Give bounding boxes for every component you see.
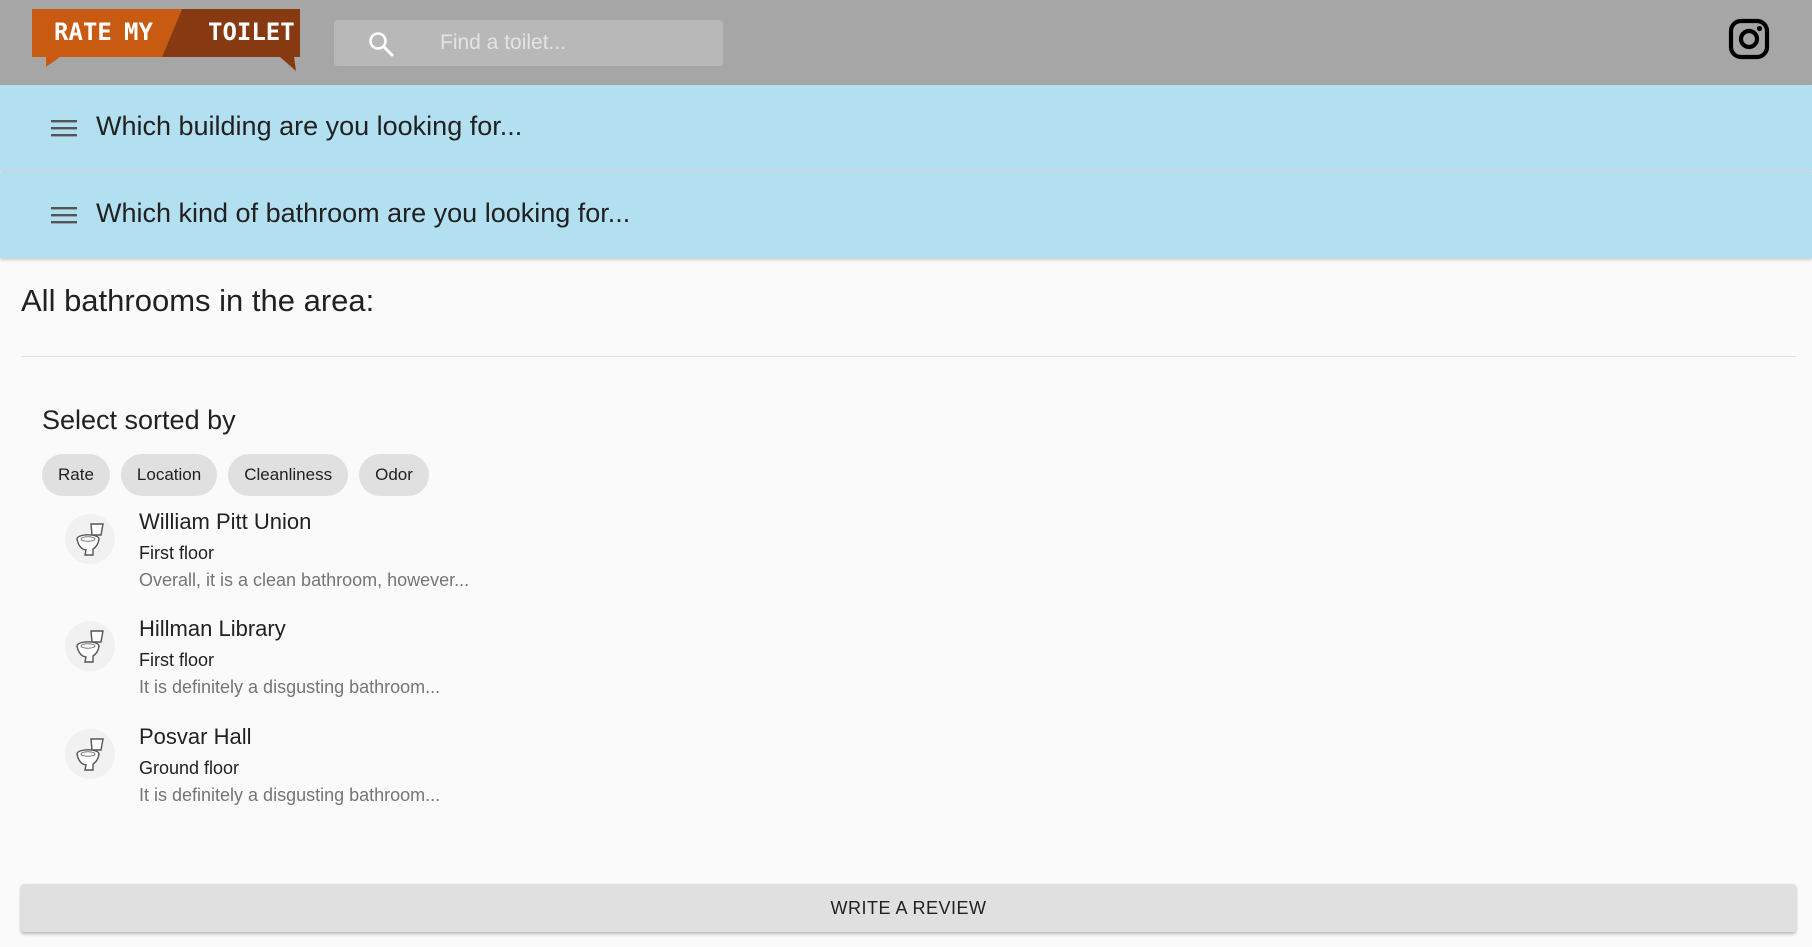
list-item[interactable]: William Pitt Union First floor Overall, … bbox=[0, 508, 900, 608]
bathroom-name: Hillman Library bbox=[139, 616, 286, 641]
bathroom-type-filter-label: Which kind of bathroom are you looking f… bbox=[96, 198, 631, 228]
sort-chips: Rate Location Cleanliness Odor bbox=[42, 454, 429, 496]
page-title: All bathrooms in the area: bbox=[21, 283, 375, 318]
bathroom-name: Posvar Hall bbox=[139, 724, 252, 749]
svg-text:MY: MY bbox=[124, 18, 153, 46]
bathroom-review: It is definitely a disgusting bathroom..… bbox=[139, 677, 441, 697]
list-item[interactable]: Posvar Hall Ground floor It is definitel… bbox=[0, 723, 900, 823]
sort-chip-cleanliness[interactable]: Cleanliness bbox=[228, 454, 349, 496]
toilet-icon bbox=[76, 523, 104, 556]
search-input[interactable] bbox=[440, 20, 710, 66]
avatar bbox=[65, 729, 115, 779]
menu-icon[interactable] bbox=[51, 205, 77, 225]
building-filter[interactable]: Which building are you looking for... bbox=[0, 85, 1812, 171]
bathroom-floor: First floor bbox=[139, 543, 215, 563]
instagram-icon[interactable] bbox=[1728, 18, 1770, 60]
building-filter-label: Which building are you looking for... bbox=[96, 111, 523, 141]
search-bar[interactable] bbox=[334, 20, 723, 66]
bathroom-floor: Ground floor bbox=[139, 758, 240, 778]
avatar bbox=[65, 621, 115, 671]
svg-text:RATE: RATE bbox=[54, 18, 112, 46]
sort-chip-odor[interactable]: Odor bbox=[359, 454, 429, 496]
sort-title: Select sorted by bbox=[42, 405, 236, 435]
divider bbox=[21, 356, 1796, 357]
bathroom-name: William Pitt Union bbox=[139, 509, 312, 534]
sort-chip-location[interactable]: Location bbox=[120, 454, 218, 496]
sort-chip-rate[interactable]: Rate bbox=[42, 454, 110, 496]
search-icon bbox=[369, 32, 394, 57]
bathroom-floor: First floor bbox=[139, 650, 215, 670]
top-app-bar: RATE MY TOILET bbox=[0, 0, 1812, 85]
bathroom-type-filter[interactable]: Which kind of bathroom are you looking f… bbox=[0, 172, 1812, 258]
list-item[interactable]: Hillman Library First floor It is defini… bbox=[0, 615, 900, 715]
write-review-button[interactable]: WRITE A REVIEW bbox=[21, 884, 1796, 932]
rate-my-toilet-logo[interactable]: RATE MY TOILET bbox=[32, 9, 300, 73]
avatar bbox=[65, 514, 115, 564]
svg-text:TOILET: TOILET bbox=[208, 18, 295, 46]
toilet-icon bbox=[76, 738, 104, 771]
toilet-icon bbox=[76, 630, 104, 663]
bathroom-review: Overall, it is a clean bathroom, however… bbox=[139, 570, 470, 590]
menu-icon[interactable] bbox=[51, 118, 77, 138]
bathroom-review: It is definitely a disgusting bathroom..… bbox=[139, 785, 441, 805]
